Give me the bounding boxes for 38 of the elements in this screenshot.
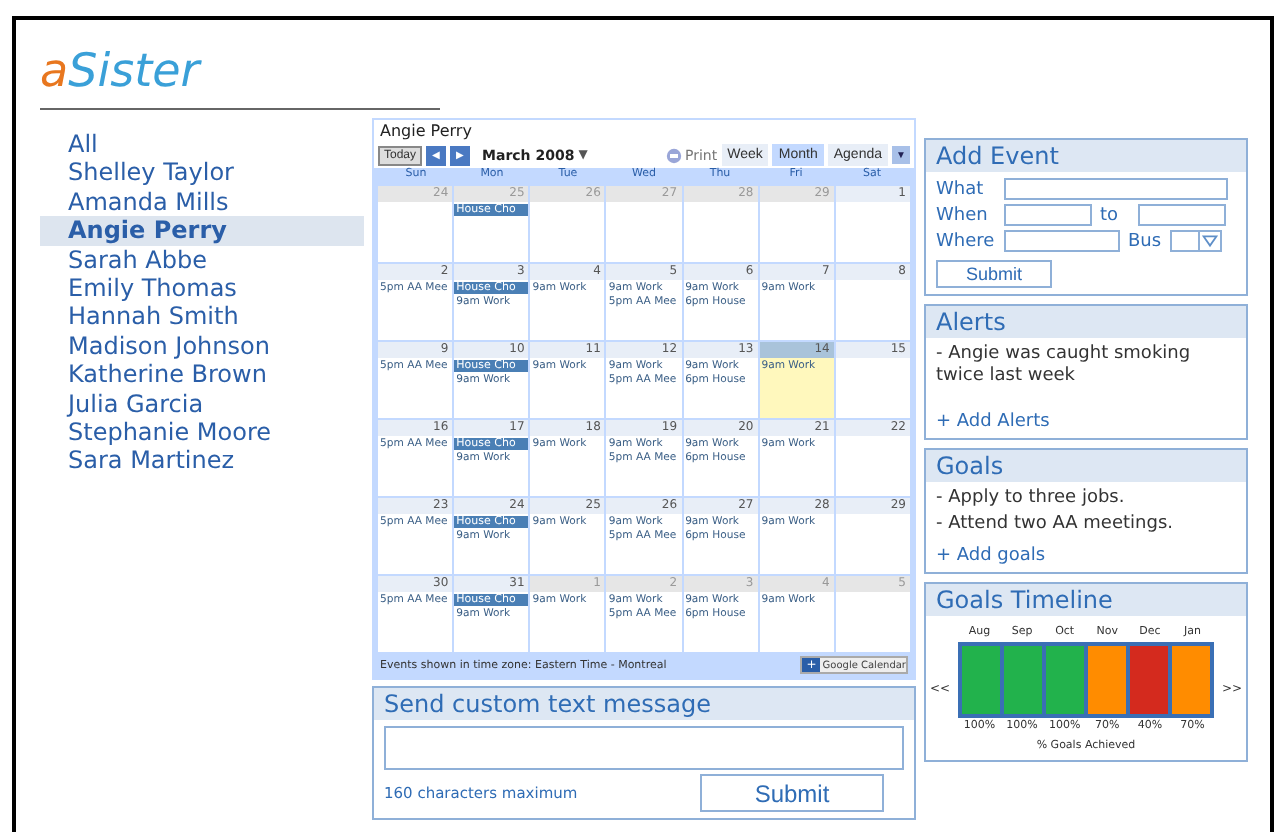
end-field[interactable]: [1138, 204, 1226, 226]
message-field[interactable]: [384, 726, 904, 770]
sidebar-item[interactable]: All: [40, 130, 364, 159]
field-label: to: [1100, 205, 1121, 225]
field-label: Where: [936, 231, 996, 251]
panel-title: Goals: [926, 450, 1246, 482]
sidebar-item[interactable]: Julia Garcia: [40, 389, 364, 419]
printer-icon[interactable]: [665, 147, 681, 163]
panel-title: Goals Timeline: [926, 584, 1246, 616]
sidebar-item[interactable]: Shelley Taylor: [40, 158, 364, 188]
submit-button[interactable]: Submit: [936, 260, 1052, 288]
sidebar-item[interactable]: Amanda Mills: [40, 187, 364, 217]
what-field[interactable]: [1004, 178, 1228, 200]
sidebar-item[interactable]: Angie Perry: [40, 216, 364, 246]
alert-text: - Angie was caught smoking twice last week: [936, 344, 1193, 388]
bus-dropdown[interactable]: [1169, 230, 1222, 252]
panel-title: Add Event: [926, 140, 1246, 172]
sidebar-item[interactable]: Stephanie Moore: [40, 418, 364, 447]
sidebar-item[interactable]: Sara Martinez: [40, 446, 364, 476]
panel-title: Alerts: [926, 306, 1246, 338]
where-field[interactable]: [1004, 230, 1120, 252]
caret-icon[interactable]: [1197, 232, 1220, 250]
sidebar-item[interactable]: Katherine Brown: [40, 360, 364, 390]
add-goals-link[interactable]: + Add goals: [936, 546, 1236, 566]
field-label: What: [936, 179, 986, 199]
sidebar-item[interactable]: Sarah Abbe: [40, 245, 364, 275]
goal-text: - Attend two AA meetings.: [936, 514, 1175, 536]
start-field[interactable]: [1004, 204, 1092, 226]
field-label: Bus: [1128, 231, 1162, 251]
goal-text: - Apply to three jobs.: [936, 488, 1127, 510]
panel-title: Send custom text message: [374, 688, 914, 720]
field-label: When: [936, 205, 990, 225]
sidebar-item[interactable]: Emily Thomas: [40, 274, 364, 303]
add-alerts-link[interactable]: + Add Alerts: [936, 412, 1236, 432]
sidebar-item[interactable]: Madison Johnson: [40, 331, 364, 361]
logo: aSister: [40, 50, 200, 96]
submit-button[interactable]: Submit: [700, 774, 884, 812]
sidebar-item[interactable]: Hannah Smith: [40, 302, 364, 332]
